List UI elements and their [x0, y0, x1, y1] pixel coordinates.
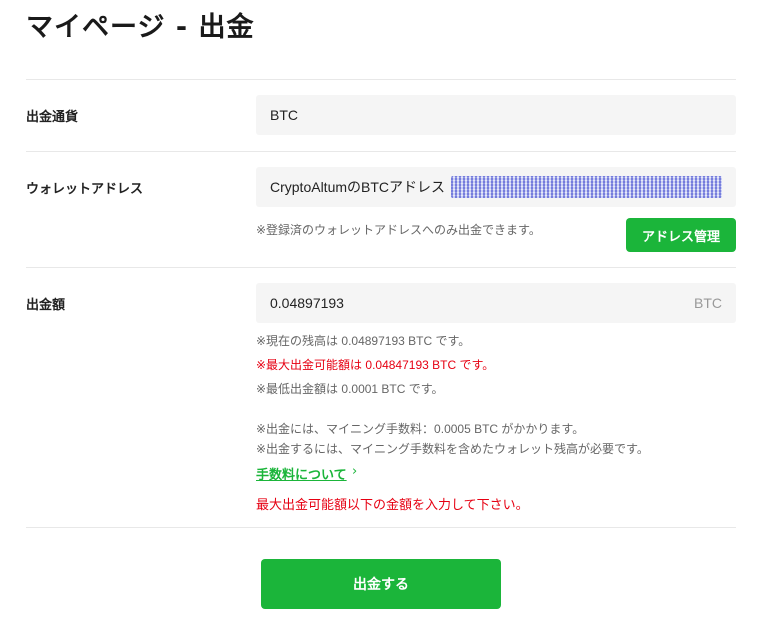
fee-info-link[interactable]: 手数料について [256, 464, 347, 483]
amount-label: 出金額 [26, 298, 66, 313]
currency-label: 出金通貨 [26, 110, 79, 125]
divider [26, 79, 736, 80]
currency-field[interactable]: BTC [256, 95, 736, 135]
max-amount-note: ※最大出金可能額は 0.04847193 BTC です。 [256, 358, 495, 372]
amount-error-message: 最大出金可能額以下の金額を入力して下さい。 [256, 498, 529, 513]
divider [26, 527, 736, 528]
min-amount-note: ※最低出金額は 0.0001 BTC です。 [256, 382, 444, 396]
page-title: マイページ - 出金 [26, 12, 255, 43]
balance-note: ※現在の残高は 0.04897193 BTC です。 [256, 334, 471, 348]
divider [26, 151, 736, 152]
currency-value: BTC [270, 107, 298, 123]
wallet-address-value: CryptoAltumのBTCアドレス [270, 179, 446, 195]
amount-unit: BTC [694, 295, 722, 311]
wallet-address-redacted [451, 176, 722, 198]
address-manage-button[interactable]: アドレス管理 [626, 218, 736, 252]
divider [26, 267, 736, 268]
wallet-note: ※登録済のウォレットアドレスへのみ出金できます。 [256, 223, 541, 237]
amount-field[interactable]: BTC [256, 283, 736, 323]
fee-balance-note: ※出金するには、マイニング手数料を含めたウォレット残高が必要です。 [256, 442, 649, 456]
wallet-address-select[interactable]: CryptoAltumのBTCアドレス [256, 167, 736, 207]
amount-input[interactable] [270, 295, 694, 311]
wallet-address-label: ウォレットアドレス [26, 182, 144, 197]
fee-note: ※出金には、マイニング手数料：0.0005 BTC がかかります。 [256, 422, 585, 436]
chevron-right-icon: › [352, 464, 358, 479]
withdraw-submit-button[interactable]: 出金する [261, 559, 501, 609]
